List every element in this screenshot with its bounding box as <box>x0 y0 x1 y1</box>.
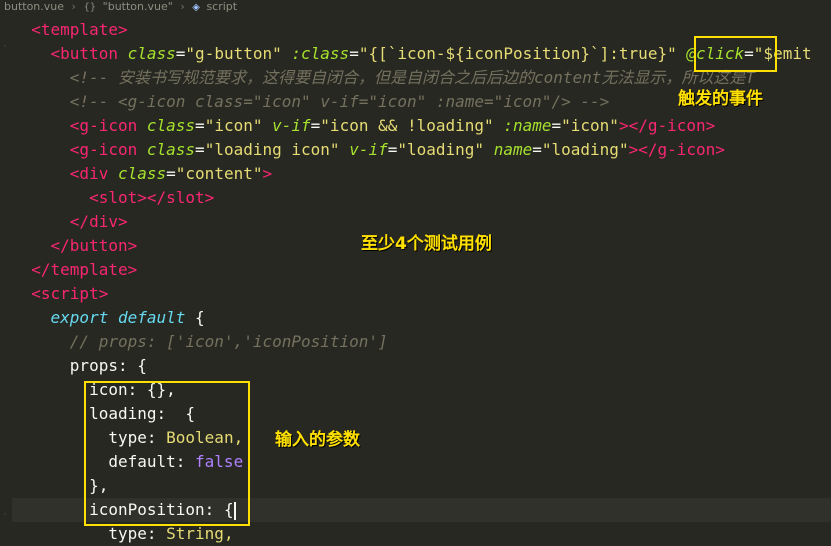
chevron-right-icon: › <box>71 0 76 13</box>
breadcrumb-section[interactable]: script <box>206 0 237 13</box>
braces-icon: {} <box>83 2 97 13</box>
code-line[interactable]: <slot></slot> <box>12 186 831 210</box>
code-line[interactable]: // props: ['icon','iconPosition'] <box>12 330 831 354</box>
code-line[interactable]: </template> <box>12 258 831 282</box>
chevron-right-icon: › <box>180 0 185 13</box>
annotation-params: 输入的参数 <box>275 430 360 450</box>
code-line[interactable]: export default { <box>12 306 831 330</box>
gutter: · · <box>0 14 12 540</box>
code-line[interactable]: <g-icon class="icon" v-if="icon && !load… <box>12 114 831 138</box>
cube-icon: ◈ <box>192 2 200 13</box>
code-line[interactable]: <g-icon class="loading icon" v-if="loadi… <box>12 138 831 162</box>
annotation-box-click <box>694 36 777 72</box>
breadcrumb-scope[interactable]: "button.vue" <box>103 0 173 13</box>
annotation-event: 触发的事件 <box>678 89 763 109</box>
code-line[interactable]: <div class="content"> <box>12 162 831 186</box>
fold-marker: · <box>2 510 8 520</box>
code-line[interactable]: <script> <box>12 282 831 306</box>
code-line[interactable]: props: { <box>12 354 831 378</box>
fold-marker: · <box>2 42 8 52</box>
annotation-box-props <box>84 381 250 526</box>
annotation-tests: 至少4个测试用例 <box>361 234 492 254</box>
breadcrumb: button.vue › {} "button.vue" › ◈ script <box>0 0 831 14</box>
breadcrumb-file[interactable]: button.vue <box>4 0 64 13</box>
